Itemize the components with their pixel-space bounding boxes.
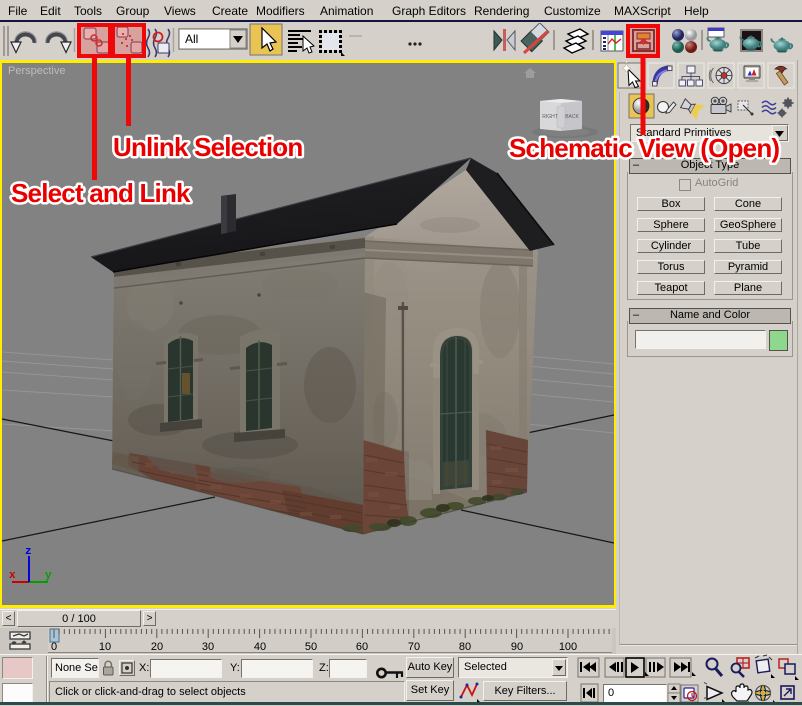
svg-text:All: All bbox=[185, 32, 198, 46]
svg-text:30: 30 bbox=[202, 641, 214, 653]
svg-text:x: x bbox=[9, 570, 16, 582]
svg-text:20: 20 bbox=[151, 641, 163, 653]
svg-text:60: 60 bbox=[356, 641, 368, 653]
svg-text:BACK: BACK bbox=[565, 114, 579, 120]
svg-text:100: 100 bbox=[559, 641, 577, 653]
svg-text:10: 10 bbox=[99, 641, 111, 653]
svg-text:70: 70 bbox=[408, 641, 420, 653]
svg-text:RIGHT: RIGHT bbox=[542, 114, 558, 120]
svg-text:50: 50 bbox=[305, 641, 317, 653]
svg-text:40: 40 bbox=[254, 641, 266, 653]
svg-text:90: 90 bbox=[511, 641, 523, 653]
svg-text:y: y bbox=[45, 570, 52, 582]
svg-text:0: 0 bbox=[51, 641, 57, 653]
svg-text:z: z bbox=[25, 546, 32, 558]
svg-text:80: 80 bbox=[459, 641, 471, 653]
